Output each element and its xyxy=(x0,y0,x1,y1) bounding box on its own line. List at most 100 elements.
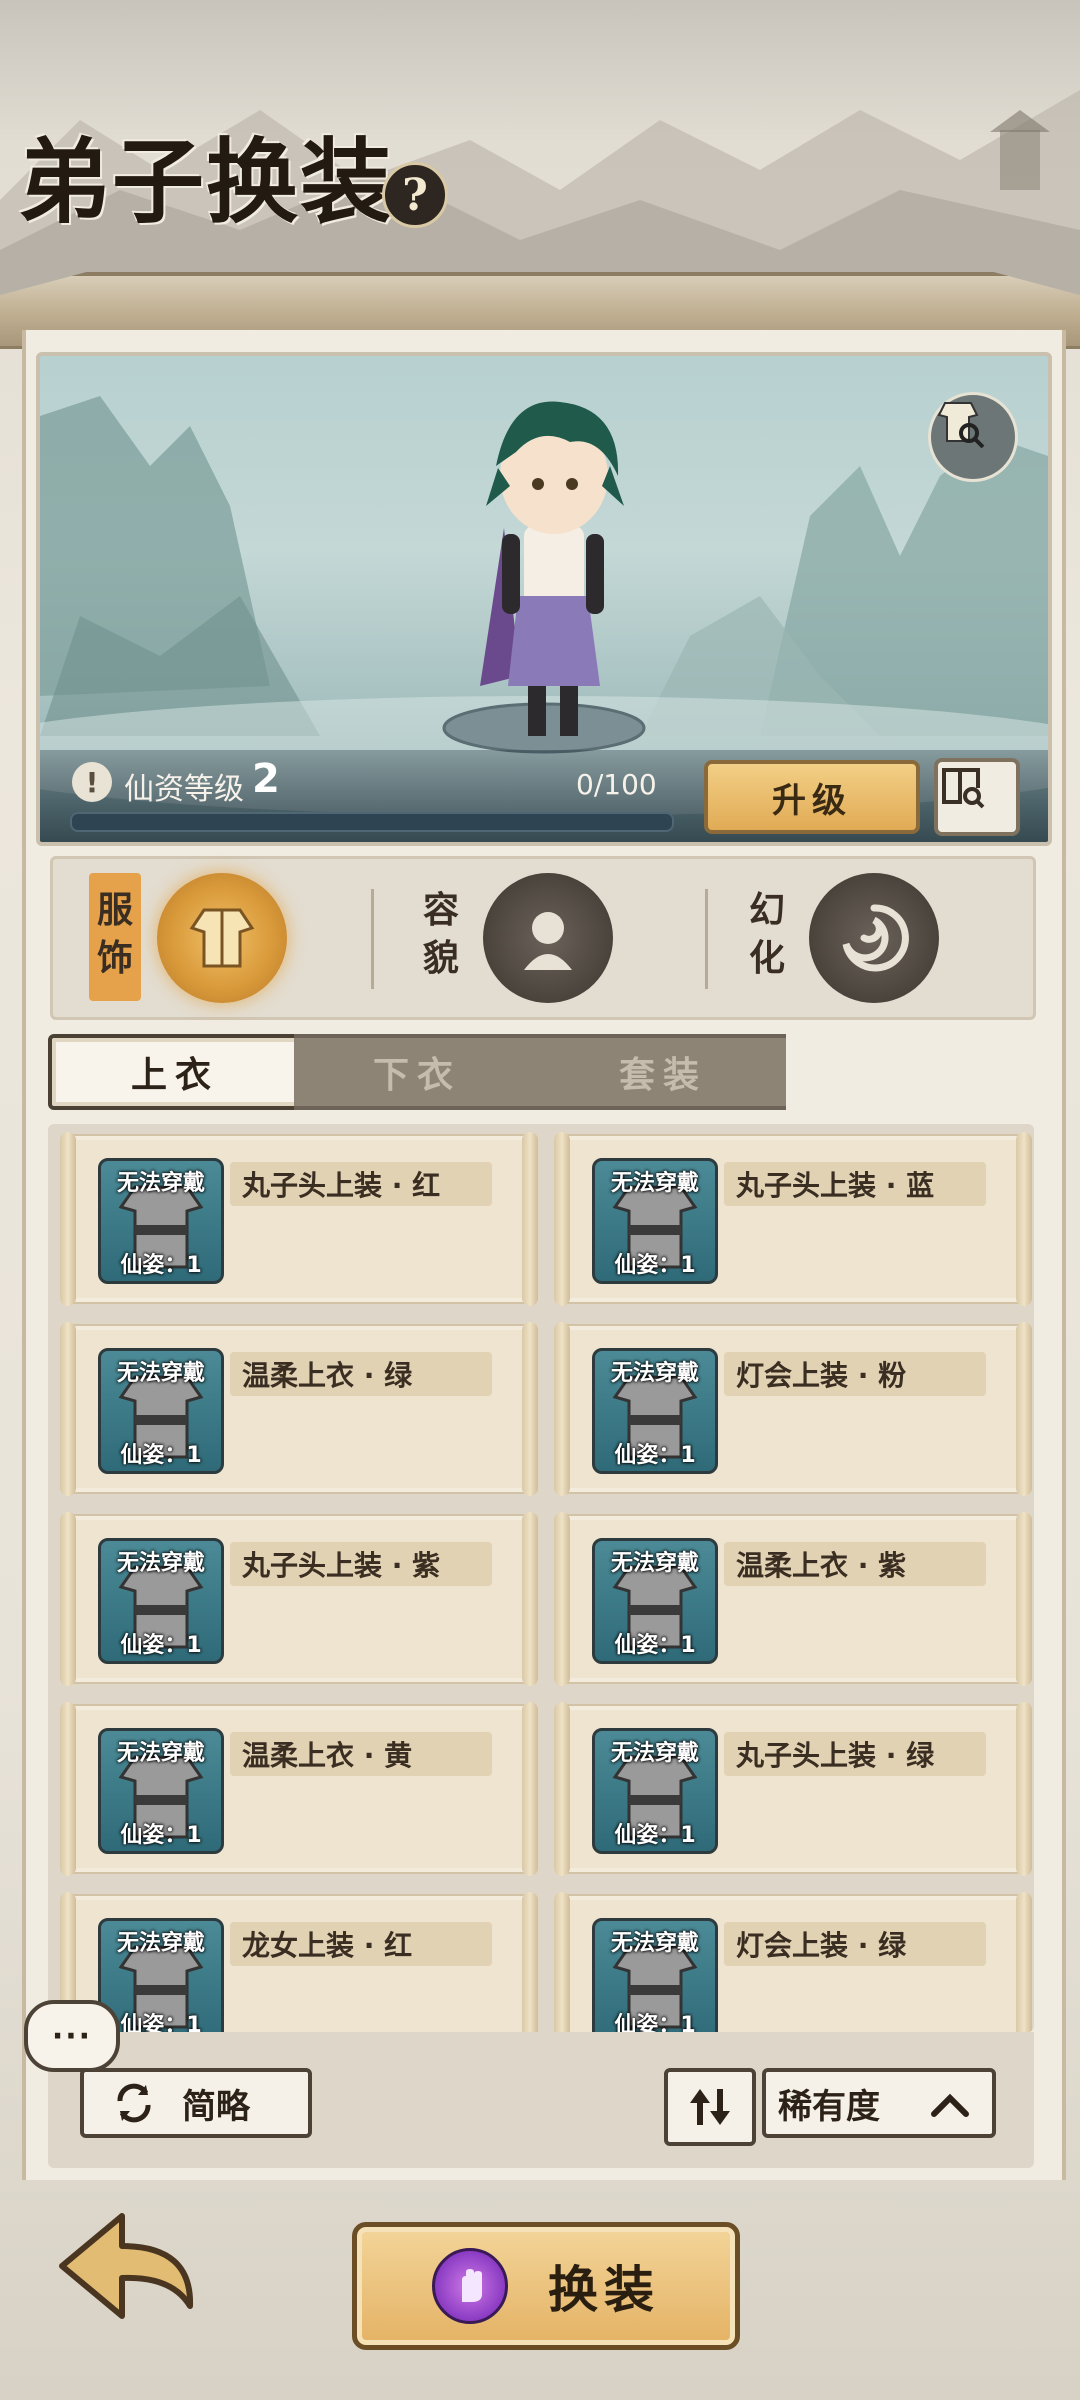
hand-magic-icon xyxy=(432,2248,508,2324)
grace-stat: 仙姿：1 xyxy=(614,1823,696,1848)
back-arrow-icon[interactable] xyxy=(52,2206,202,2336)
change-outfit-label: 换装 xyxy=(548,2261,660,2319)
outfit-thumbnail: 无法穿戴仙姿：1 xyxy=(98,1348,224,1474)
level-bar: ! 仙资等级 2 0/100 升级 xyxy=(40,750,1048,842)
outfit-item[interactable]: 无法穿戴仙姿：1 丸子头上装 · 紫 xyxy=(60,1512,538,1686)
cannot-wear-label: 无法穿戴 xyxy=(116,1551,205,1576)
cannot-wear-label: 无法穿戴 xyxy=(116,1741,205,1766)
grace-stat: 仙姿：1 xyxy=(614,1633,696,1658)
scroll-rod xyxy=(522,1892,538,2032)
list-controls: 简略 稀有度 xyxy=(48,2032,1034,2168)
level-label: 仙资等级 xyxy=(124,772,244,807)
scroll-rod xyxy=(522,1132,538,1306)
outfit-name: 温柔上衣 · 黄 xyxy=(230,1732,492,1776)
scroll-rod xyxy=(554,1322,570,1496)
outfit-item[interactable]: 无法穿戴 仙姿：1 龙女上装 · 红 xyxy=(60,1892,538,2032)
grace-stat: 仙姿：1 xyxy=(120,1443,202,1468)
outfit-name: 温柔上衣 · 紫 xyxy=(724,1542,986,1586)
tab-top[interactable]: 上衣 xyxy=(48,1034,302,1110)
outfit-item[interactable]: 无法穿戴 仙姿：1 温柔上衣 · 黄 xyxy=(60,1702,538,1876)
cannot-wear-label: 无法穿戴 xyxy=(116,1361,205,1386)
scroll-rod xyxy=(554,1512,570,1686)
sort-order-button[interactable] xyxy=(664,2068,756,2146)
chevron-up-icon xyxy=(931,2093,969,2117)
change-outfit-button[interactable]: 换装 xyxy=(352,2222,740,2350)
cannot-wear-label: 无法穿戴 xyxy=(610,1361,699,1386)
garment-icon xyxy=(157,873,287,1003)
disciple-character xyxy=(480,401,624,736)
cannot-wear-label: 无法穿戴 xyxy=(610,1931,699,1956)
scroll-rod xyxy=(522,1702,538,1876)
tab-bottom[interactable]: 下衣 xyxy=(294,1034,540,1110)
outfit-thumbnail: 无法穿戴仙姿：1 xyxy=(592,1538,718,1664)
handbook-search-button[interactable] xyxy=(934,758,1020,836)
cannot-wear-label: 无法穿戴 xyxy=(116,1931,205,1956)
upgrade-button[interactable]: 升级 xyxy=(704,760,920,834)
rarity-sort-select[interactable]: 稀有度 xyxy=(762,2068,996,2138)
rarity-label: 稀有度 xyxy=(778,2086,880,2127)
outfit-item[interactable]: 无法穿戴 仙姿：1 丸子头上装 · 蓝 xyxy=(554,1132,1032,1306)
scroll-rod xyxy=(554,1702,570,1876)
outfit-item[interactable]: 无法穿戴 仙姿：1 丸子头上装 · 红 xyxy=(60,1132,538,1306)
scroll-rod xyxy=(1016,1892,1032,2032)
outfit-name: 丸子头上装 · 蓝 xyxy=(724,1162,986,1206)
scroll-rod xyxy=(1016,1512,1032,1686)
category-bar: 服饰 容貌 幻化 xyxy=(50,856,1036,1020)
outfit-name: 灯会上装 · 绿 xyxy=(724,1922,986,1966)
outfit-list[interactable]: 无法穿戴 仙姿：1 丸子头上装 · 红无法穿戴 仙姿：1 丸子头上装 · 蓝无法穿戴 仙姿… xyxy=(48,1124,1034,2032)
outfit-name: 丸子头上装 · 红 xyxy=(230,1162,492,1206)
outfit-name: 丸子头上装 · 绿 xyxy=(724,1732,986,1776)
chat-bubble-button[interactable]: ··· xyxy=(24,2000,120,2072)
category-transform[interactable]: 幻化 xyxy=(705,859,1031,1017)
outfit-thumbnail: 无法穿戴仙姿：1 xyxy=(592,1728,718,1854)
scroll-rod xyxy=(1016,1702,1032,1876)
level-progress-track xyxy=(70,812,674,832)
outfit-name: 龙女上装 · 红 xyxy=(230,1922,492,1966)
category-apparel[interactable]: 服饰 xyxy=(53,859,379,1017)
grace-stat: 仙姿：1 xyxy=(120,1633,202,1658)
scroll-rod xyxy=(1016,1322,1032,1496)
outfit-item[interactable]: 无法穿戴仙姿：1 灯会上装 · 绿 xyxy=(554,1892,1032,2032)
category-appearance[interactable]: 容貌 xyxy=(379,859,705,1017)
outfit-name: 灯会上装 · 粉 xyxy=(724,1352,986,1396)
outfit-item[interactable]: 无法穿戴 仙姿：1 丸子头上装 · 绿 xyxy=(554,1702,1032,1876)
scroll-rod xyxy=(60,1702,76,1876)
category-label: 服饰 xyxy=(96,890,133,979)
brief-label: 简略 xyxy=(182,2086,250,2127)
cannot-wear-label: 无法穿戴 xyxy=(116,1171,205,1196)
refresh-icon xyxy=(117,2083,151,2123)
level-value: 2 xyxy=(252,756,280,802)
page-title: 弟子换装 xyxy=(18,128,395,236)
category-label: 容貌 xyxy=(422,890,459,979)
outfit-item[interactable]: 无法穿戴 仙姿：1 温柔上衣 · 绿 xyxy=(60,1322,538,1496)
category-label: 幻化 xyxy=(748,890,785,979)
outfit-thumbnail: 无法穿戴仙姿：1 xyxy=(592,1158,718,1284)
cannot-wear-label: 无法穿戴 xyxy=(610,1741,699,1766)
outfit-item[interactable]: 无法穿戴 仙姿：1 灯会上装 · 粉 xyxy=(554,1322,1032,1496)
sub-tabs: 上衣 下衣 套装 xyxy=(48,1034,790,1110)
grace-stat: 仙姿：1 xyxy=(614,2013,696,2032)
outfit-search-icon[interactable] xyxy=(928,392,1018,482)
scroll-rod xyxy=(522,1322,538,1496)
grace-stat: 仙姿：1 xyxy=(120,1823,202,1848)
grace-stat: 仙姿：1 xyxy=(120,1253,202,1278)
cannot-wear-label: 无法穿戴 xyxy=(610,1551,699,1576)
outfit-thumbnail: 无法穿戴仙姿：1 xyxy=(592,1348,718,1474)
category-divider xyxy=(371,889,374,989)
outfit-thumbnail: 无法穿戴 仙姿：1 xyxy=(98,1918,224,2032)
outfit-item[interactable]: 无法穿戴 仙姿：1 温柔上衣 · 紫 xyxy=(554,1512,1032,1686)
outfit-name: 丸子头上装 · 紫 xyxy=(230,1542,492,1586)
help-icon[interactable]: ? xyxy=(382,162,448,228)
swirl-icon xyxy=(809,873,939,1003)
outfit-thumbnail: 无法穿戴仙姿：1 xyxy=(98,1728,224,1854)
scroll-rod xyxy=(554,1132,570,1306)
level-progress-text: 0/100 xyxy=(576,768,657,801)
cannot-wear-label: 无法穿戴 xyxy=(610,1171,699,1196)
grace-stat: 仙姿：1 xyxy=(614,1443,696,1468)
outfit-thumbnail: 无法穿戴仙姿：1 xyxy=(98,1158,224,1284)
grace-stat: 仙姿：1 xyxy=(614,1253,696,1278)
tab-set[interactable]: 套装 xyxy=(540,1034,786,1110)
brief-view-button[interactable]: 简略 xyxy=(80,2068,312,2138)
exclaim-icon: ! xyxy=(72,762,112,802)
scroll-rod xyxy=(1016,1132,1032,1306)
